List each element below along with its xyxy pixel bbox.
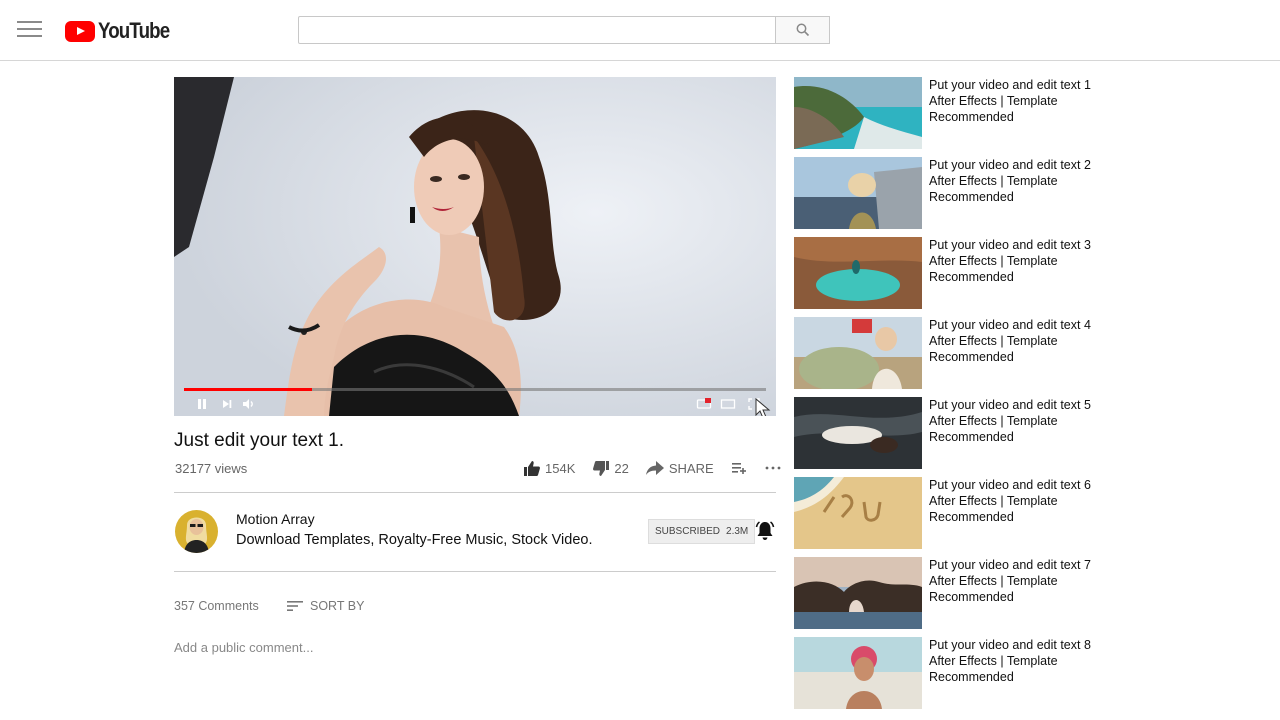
logo-text: YouTube bbox=[98, 18, 170, 43]
recommended-meta: Recommended bbox=[929, 510, 1014, 524]
recommended-video[interactable]: Put your video and edit text 1 After Eff… bbox=[794, 77, 1124, 149]
mouse-cursor-icon bbox=[755, 397, 771, 416]
sort-label: SORT BY bbox=[310, 599, 365, 613]
video-actions: 154K 22 SHARE bbox=[523, 458, 785, 478]
next-icon[interactable] bbox=[219, 397, 235, 411]
recommended-meta: Recommended bbox=[929, 430, 1014, 444]
youtube-logo[interactable]: YouTube bbox=[65, 18, 182, 43]
video-thumbnail bbox=[794, 477, 922, 549]
recommended-meta: Recommended bbox=[929, 670, 1014, 684]
video-thumbnail bbox=[794, 397, 922, 469]
divider bbox=[174, 492, 776, 493]
recommended-video[interactable]: Put your video and edit text 3 After Eff… bbox=[794, 237, 1124, 309]
captions-icon[interactable] bbox=[696, 397, 712, 411]
recommended-channel: After Effects | Template bbox=[929, 494, 1058, 508]
recommended-title: Put your video and edit text 2 bbox=[929, 158, 1091, 172]
recommended-channel: After Effects | Template bbox=[929, 654, 1058, 668]
recommended-channel: After Effects | Template bbox=[929, 94, 1058, 108]
channel-avatar[interactable] bbox=[175, 510, 218, 553]
thumbs-up-icon bbox=[524, 460, 540, 476]
theater-icon[interactable] bbox=[720, 397, 736, 411]
recommended-channel: After Effects | Template bbox=[929, 414, 1058, 428]
recommended-meta: Recommended bbox=[929, 110, 1014, 124]
share-label: SHARE bbox=[668, 460, 714, 476]
progress-fill bbox=[184, 388, 313, 391]
recommended-meta: Recommended bbox=[929, 350, 1014, 364]
more-horizontal-icon bbox=[765, 466, 781, 470]
video-thumbnail bbox=[794, 77, 922, 149]
recommended-title: Put your video and edit text 7 bbox=[929, 558, 1091, 572]
recommended-title: Put your video and edit text 5 bbox=[929, 398, 1091, 412]
playlist-add-icon bbox=[731, 463, 746, 474]
recommended-meta: Recommended bbox=[929, 590, 1014, 604]
recommended-channel: After Effects | Template bbox=[929, 174, 1058, 188]
share-button[interactable]: SHARE bbox=[645, 460, 714, 476]
top-header: YouTube bbox=[0, 0, 1280, 61]
subscribed-button[interactable]: SUBSCRIBED 2.3M bbox=[648, 519, 756, 544]
recommended-channel: After Effects | Template bbox=[929, 254, 1058, 268]
video-player[interactable] bbox=[174, 77, 776, 416]
video-title: Just edit your text 1. bbox=[174, 430, 345, 451]
volume-icon[interactable] bbox=[241, 397, 257, 411]
recommended-title: Put your video and edit text 6 bbox=[929, 478, 1091, 492]
search-icon bbox=[796, 23, 809, 37]
search-button[interactable] bbox=[776, 16, 830, 44]
notification-bell-icon[interactable] bbox=[754, 520, 776, 542]
recommended-channel: After Effects | Template bbox=[929, 574, 1058, 588]
save-to-playlist-button[interactable] bbox=[731, 461, 751, 475]
video-thumbnail bbox=[794, 317, 922, 389]
recommended-video[interactable]: Put your video and edit text 5 After Eff… bbox=[794, 397, 1124, 469]
sort-button[interactable]: SORT BY bbox=[286, 599, 364, 613]
recommended-video[interactable]: Put your video and edit text 2 After Eff… bbox=[794, 157, 1124, 229]
subscribed-label: SUBSCRIBED bbox=[655, 526, 721, 537]
divider bbox=[174, 571, 776, 572]
avatar-image bbox=[175, 510, 218, 553]
recommended-video[interactable]: Put your video and edit text 6 After Eff… bbox=[794, 477, 1124, 549]
comments-count: 357 Comments bbox=[174, 599, 259, 613]
share-icon bbox=[645, 461, 664, 475]
search-input[interactable] bbox=[298, 16, 776, 44]
video-thumbnail bbox=[794, 237, 922, 309]
recommended-meta: Recommended bbox=[929, 270, 1014, 284]
recommended-channel: After Effects | Template bbox=[929, 334, 1058, 348]
dislike-count: 22 bbox=[614, 460, 629, 476]
recommended-video[interactable]: Put your video and edit text 7 After Eff… bbox=[794, 557, 1124, 629]
video-thumbnail bbox=[794, 157, 922, 229]
menu-icon[interactable] bbox=[17, 21, 42, 39]
dislike-button[interactable]: 22 bbox=[592, 460, 629, 477]
channel-name[interactable]: Motion Array bbox=[236, 511, 315, 527]
recommended-video[interactable]: Put your video and edit text 4 After Eff… bbox=[794, 317, 1124, 389]
like-count: 154K bbox=[545, 460, 576, 476]
recommended-meta: Recommended bbox=[929, 190, 1014, 204]
view-count: 32177 views bbox=[175, 461, 248, 476]
sort-icon bbox=[287, 601, 303, 611]
recommended-title: Put your video and edit text 1 bbox=[929, 78, 1091, 92]
video-thumbnail bbox=[794, 637, 922, 709]
recommended-title: Put your video and edit text 3 bbox=[929, 238, 1091, 252]
pause-icon[interactable] bbox=[194, 397, 210, 411]
add-comment-input[interactable] bbox=[174, 638, 574, 656]
channel-description: Download Templates, Royalty-Free Music, … bbox=[236, 532, 593, 548]
like-button[interactable]: 154K bbox=[523, 460, 575, 477]
thumbs-down-icon bbox=[593, 460, 610, 476]
video-thumbnail bbox=[794, 557, 922, 629]
recommended-title: Put your video and edit text 4 bbox=[929, 318, 1091, 332]
progress-bar[interactable] bbox=[184, 388, 766, 391]
recommended-video[interactable]: Put your video and edit text 8 After Eff… bbox=[794, 637, 1124, 709]
play-logo-icon bbox=[65, 20, 95, 42]
recommended-title: Put your video and edit text 8 bbox=[929, 638, 1091, 652]
more-actions-button[interactable] bbox=[765, 465, 785, 471]
subscriber-count: 2.3M bbox=[726, 526, 749, 537]
video-frame bbox=[174, 77, 776, 416]
